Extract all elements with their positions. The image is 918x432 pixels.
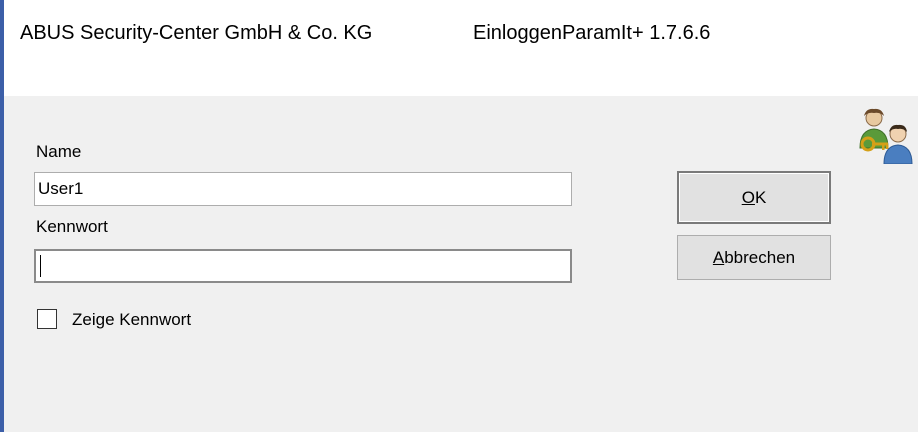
users-key-icon	[854, 104, 918, 165]
password-label: Kennwort	[36, 217, 108, 236]
app-title: EinloggenParamIt+ 1.7.6.6	[473, 22, 711, 44]
show-password-checkbox[interactable]	[37, 309, 57, 329]
cancel-button[interactable]: Abbrechen	[677, 235, 831, 280]
login-dialog: ABUS Security-Center GmbH & Co. KG Einlo…	[0, 0, 918, 432]
show-password-label[interactable]: Zeige Kennwort	[72, 310, 191, 330]
name-label: Name	[36, 142, 82, 161]
password-input[interactable]	[34, 249, 572, 283]
ok-button[interactable]: OK	[677, 171, 831, 224]
name-input[interactable]	[34, 172, 572, 206]
dialog-header: ABUS Security-Center GmbH & Co. KG Einlo…	[4, 0, 918, 96]
text-caret	[40, 255, 41, 277]
company-title: ABUS Security-Center GmbH & Co. KG	[20, 22, 373, 44]
